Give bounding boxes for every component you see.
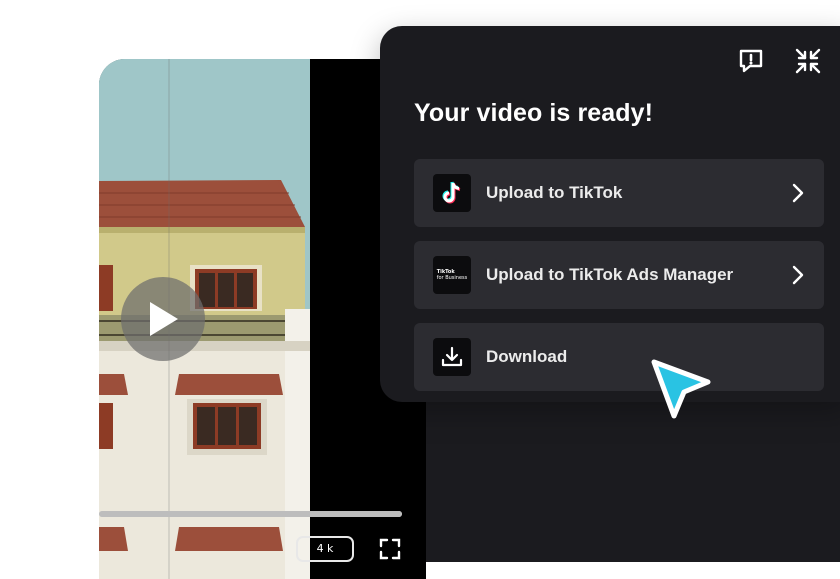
export-panel: Your video is ready! Upload to TikTok Ti… [380,26,840,402]
chevron-right-icon [792,265,804,285]
download-label: Download [486,347,568,366]
collapse-icon[interactable] [794,47,822,75]
upload-tiktok-ads-manager-button[interactable]: TikTok for Business Upload to TikTok Ads… [414,241,824,309]
business-logo-line-2: for Business [436,275,468,281]
feedback-icon[interactable] [737,47,765,75]
upload-tiktok-ads-manager-label: Upload to TikTok Ads Manager [486,265,734,284]
mouse-pointer-icon [651,359,711,419]
play-icon [150,302,178,336]
play-button[interactable] [121,277,205,361]
fullscreen-icon[interactable] [379,538,401,560]
video-player[interactable]: 4 k [99,59,426,579]
download-button[interactable]: Download [414,323,824,391]
video-progress-fill [99,511,402,517]
upload-tiktok-label: Upload to TikTok [486,183,623,202]
tiktok-icon [433,174,471,212]
tiktok-for-business-icon: TikTok for Business [433,256,471,294]
panel-backdrop [426,402,840,562]
quality-button[interactable]: 4 k [296,536,354,562]
upload-tiktok-button[interactable]: Upload to TikTok [414,159,824,227]
chevron-right-icon [792,183,804,203]
download-icon [433,338,471,376]
video-progress-bar[interactable] [99,511,402,517]
panel-title: Your video is ready! [414,99,654,127]
